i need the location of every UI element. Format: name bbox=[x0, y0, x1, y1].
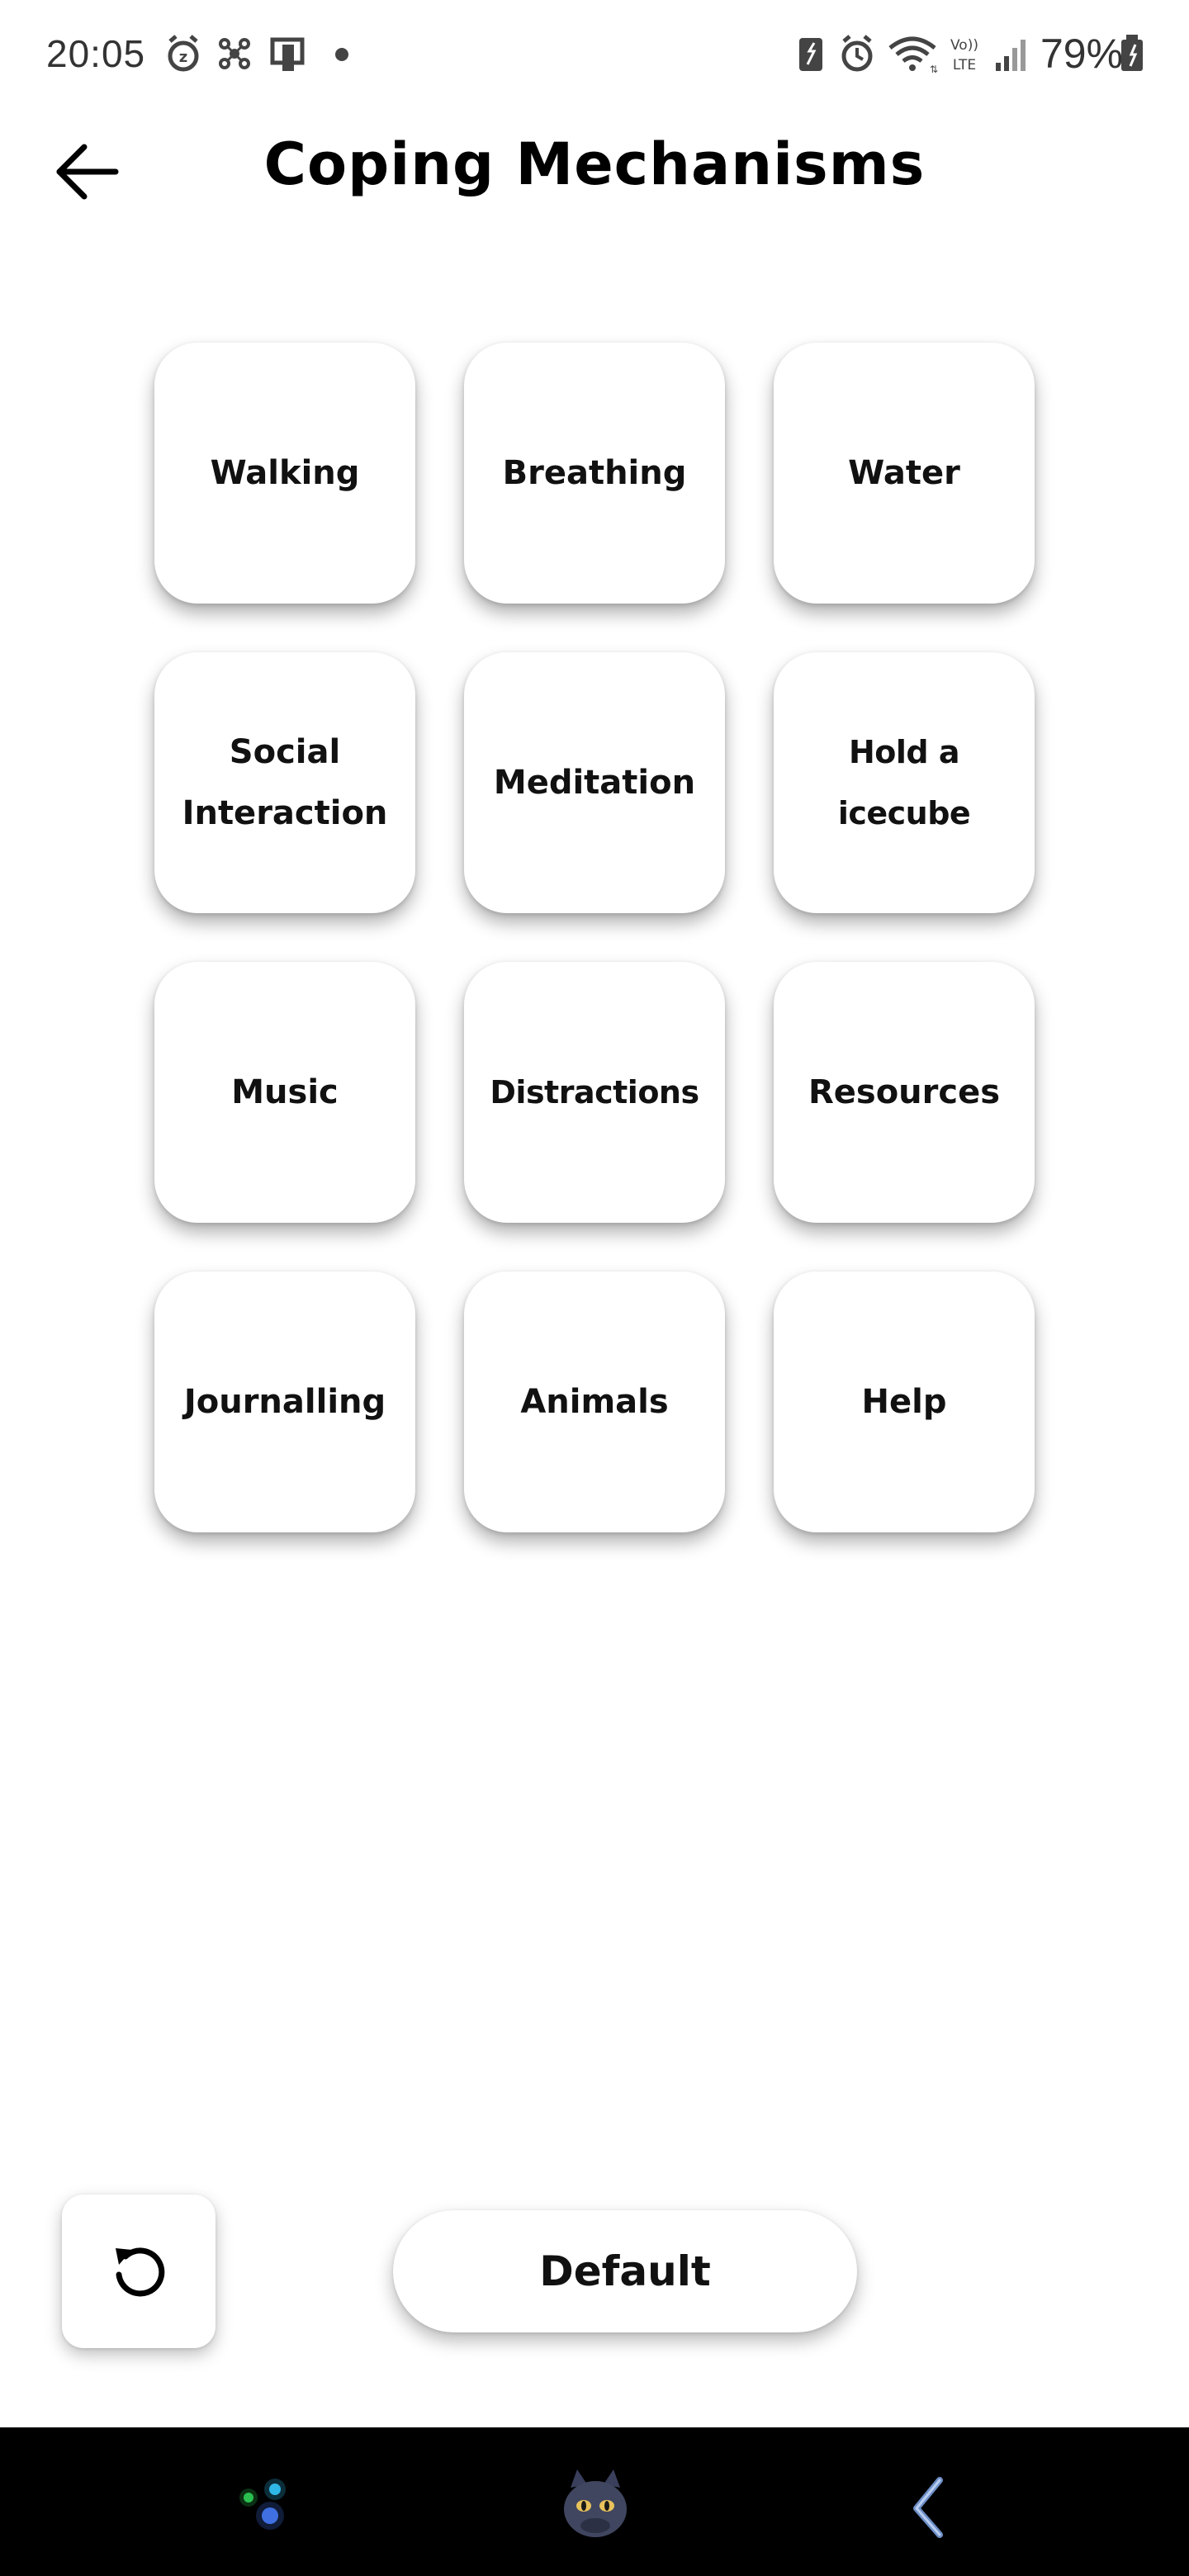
nav-item-orbs-app[interactable] bbox=[220, 2460, 310, 2551]
nav-item-back-gesture[interactable] bbox=[883, 2460, 974, 2551]
back-gesture-icon bbox=[913, 2477, 943, 2538]
orbs-app-icon bbox=[239, 2479, 286, 2530]
tile-meditation[interactable]: Meditation bbox=[464, 652, 725, 913]
tile-label: Journalling bbox=[183, 1383, 386, 1421]
notification-dot-icon bbox=[335, 48, 348, 61]
coping-mechanisms-grid: Walking Breathing Water Social Interacti… bbox=[154, 343, 1035, 1532]
tile-label: Meditation bbox=[493, 764, 696, 802]
tile-label: Water bbox=[848, 454, 960, 492]
tile-distractions[interactable]: Distractions bbox=[464, 962, 725, 1223]
network-icon bbox=[219, 38, 250, 69]
tile-water[interactable]: Water bbox=[774, 343, 1035, 604]
page-title: Coping Mechanisms bbox=[263, 130, 926, 198]
svg-text:⇅: ⇅ bbox=[930, 64, 938, 74]
battery-icon bbox=[1121, 35, 1143, 71]
tile-label: Social Interaction bbox=[182, 733, 388, 832]
tile-label: Music bbox=[231, 1073, 339, 1111]
svg-text:Vo)): Vo)) bbox=[950, 37, 978, 54]
svg-text:z: z bbox=[179, 49, 187, 66]
tile-hold-a-icecube[interactable]: Hold a icecube bbox=[774, 652, 1035, 913]
tile-label: Breathing bbox=[502, 454, 687, 492]
device-icon bbox=[270, 37, 305, 71]
volte-icon: Vo)) LTE bbox=[950, 37, 978, 73]
dragon-avatar-icon bbox=[564, 2469, 627, 2537]
tile-label: Help bbox=[861, 1383, 947, 1421]
tile-label: Hold a icecube bbox=[837, 734, 971, 831]
wifi-icon: ⇅ bbox=[888, 36, 938, 74]
tile-label: Resources bbox=[808, 1073, 1001, 1111]
tile-social-interaction[interactable]: Social Interaction bbox=[154, 652, 415, 913]
tile-breathing[interactable]: Breathing bbox=[464, 343, 725, 604]
status-bar: 20:05 z ⇅ Vo)) LTE 79% bbox=[0, 0, 1189, 109]
reset-button[interactable] bbox=[62, 2195, 216, 2348]
alarm-snooze-icon: z bbox=[168, 35, 199, 72]
refresh-icon bbox=[116, 2247, 165, 2297]
battery-percent: 79% bbox=[1040, 31, 1124, 77]
default-button[interactable]: Default bbox=[393, 2210, 857, 2332]
svg-text:LTE: LTE bbox=[953, 57, 976, 73]
nav-item-dragon-avatar[interactable] bbox=[550, 2460, 641, 2551]
tile-music[interactable]: Music bbox=[154, 962, 415, 1223]
tile-resources[interactable]: Resources bbox=[774, 962, 1035, 1223]
tile-label: Walking bbox=[210, 454, 360, 492]
signal-icon bbox=[996, 40, 1026, 71]
tile-walking[interactable]: Walking bbox=[154, 343, 415, 604]
tile-journalling[interactable]: Journalling bbox=[154, 1271, 415, 1532]
tile-animals[interactable]: Animals bbox=[464, 1271, 725, 1532]
alarm-icon bbox=[841, 35, 873, 72]
battery-saver-icon bbox=[799, 38, 822, 71]
status-time: 20:05 bbox=[46, 32, 146, 75]
navigation-bar bbox=[0, 2427, 1189, 2576]
tile-help[interactable]: Help bbox=[774, 1271, 1035, 1532]
tile-label: Distractions bbox=[490, 1074, 699, 1110]
tile-label: Animals bbox=[520, 1383, 669, 1421]
